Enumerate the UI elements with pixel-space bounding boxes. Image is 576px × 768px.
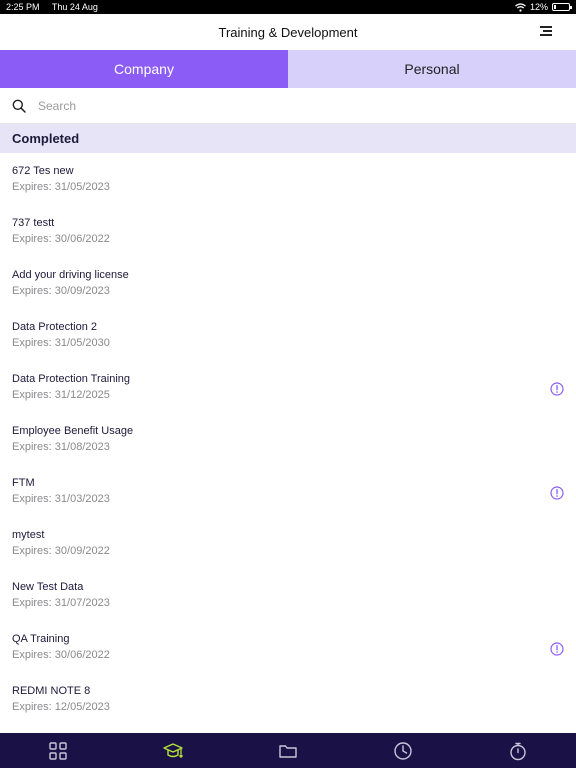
list-item[interactable]: 737 testt Expires: 30/06/2022	[0, 205, 576, 257]
search-bar	[0, 88, 576, 124]
item-expiry: Expires: 31/12/2025	[12, 389, 110, 401]
item-title: 737 testt	[12, 217, 55, 229]
alert-icon[interactable]	[550, 382, 564, 396]
nav-timer[interactable]	[498, 736, 538, 766]
list-item[interactable]: QA Training Expires: 30/06/2022	[0, 621, 576, 673]
list-item[interactable]: Data Protection 2 Expires: 31/05/2030	[0, 309, 576, 361]
clock-icon	[394, 741, 412, 760]
stopwatch-icon	[510, 742, 527, 760]
item-expiry: Expires: 30/09/2023	[12, 285, 110, 297]
battery-fill	[554, 5, 556, 9]
item-title: FTM	[12, 477, 35, 489]
nav-bar: Training & Development	[0, 14, 576, 51]
tab-personal[interactable]: Personal	[288, 50, 576, 88]
list-item[interactable]: Add your driving license Expires: 30/09/2…	[0, 257, 576, 309]
status-right: 12%	[515, 2, 572, 12]
tab-bar: Company Personal	[0, 50, 576, 88]
battery-icon	[552, 3, 572, 11]
item-title: QA Training	[12, 633, 70, 645]
item-title: 672 Tes new	[12, 165, 74, 177]
item-expiry: Expires: 31/03/2023	[12, 493, 110, 505]
item-expiry: Expires: 12/05/2023	[12, 701, 110, 713]
item-title: mytest	[12, 529, 45, 541]
menu-icon[interactable]	[540, 26, 552, 36]
section-header-completed: Completed	[0, 124, 576, 153]
list-item[interactable]: Data Protection Training Expires: 31/12/2…	[0, 361, 576, 413]
nav-documents[interactable]	[268, 736, 308, 766]
training-list: 672 Tes new Expires: 31/05/2023 737 testt E…	[0, 153, 576, 725]
list-item[interactable]: FTM Expires: 31/03/2023	[0, 465, 576, 517]
battery-percent: 12%	[529, 2, 548, 12]
item-expiry: Expires: 31/08/2023	[12, 441, 110, 453]
nav-dashboard[interactable]	[38, 736, 78, 766]
list-item[interactable]: 672 Tes new Expires: 31/05/2023	[0, 153, 576, 205]
alert-icon[interactable]	[550, 642, 564, 656]
item-expiry: Expires: 31/05/2030	[12, 337, 110, 349]
nav-timesheet[interactable]	[383, 736, 423, 766]
graduation-cap-icon	[163, 742, 183, 758]
item-title: REDMI NOTE 8	[12, 685, 91, 697]
item-expiry: Expires: 31/05/2023	[12, 181, 110, 193]
status-date: Thu 24 Aug	[51, 2, 98, 12]
wifi-icon	[515, 2, 526, 12]
nav-training[interactable]	[153, 736, 193, 766]
alert-icon[interactable]	[550, 486, 564, 500]
item-title: Employee Benefit Usage	[12, 425, 134, 437]
item-title: New Test Data	[12, 581, 84, 593]
page-title: Training & Development	[218, 24, 358, 40]
item-title: Add your driving license	[12, 269, 129, 281]
search-input[interactable]	[36, 97, 540, 114]
tab-company[interactable]: Company	[0, 50, 288, 88]
item-expiry: Expires: 31/07/2023	[12, 597, 110, 609]
list-item[interactable]: mytest Expires: 30/09/2022	[0, 517, 576, 569]
list-item[interactable]: New Test Data Expires: 31/07/2023	[0, 569, 576, 621]
status-bar: 2:25 PM Thu 24 Aug 12%	[0, 0, 576, 14]
item-title: Data Protection 2	[12, 321, 97, 333]
list-item[interactable]: REDMI NOTE 8 Expires: 12/05/2023	[0, 673, 576, 725]
item-expiry: Expires: 30/06/2022	[12, 233, 110, 245]
grid-icon	[48, 741, 67, 760]
item-title: Data Protection Training	[12, 373, 131, 385]
folder-icon	[279, 744, 297, 758]
list-item[interactable]: Employee Benefit Usage Expires: 31/08/202…	[0, 413, 576, 465]
item-expiry: Expires: 30/06/2022	[12, 649, 110, 661]
bottom-nav	[0, 733, 576, 768]
status-time: 2:25 PM	[6, 2, 40, 12]
status-left: 2:25 PM Thu 24 Aug	[6, 2, 108, 12]
search-icon	[12, 99, 26, 113]
item-expiry: Expires: 30/09/2022	[12, 545, 110, 557]
